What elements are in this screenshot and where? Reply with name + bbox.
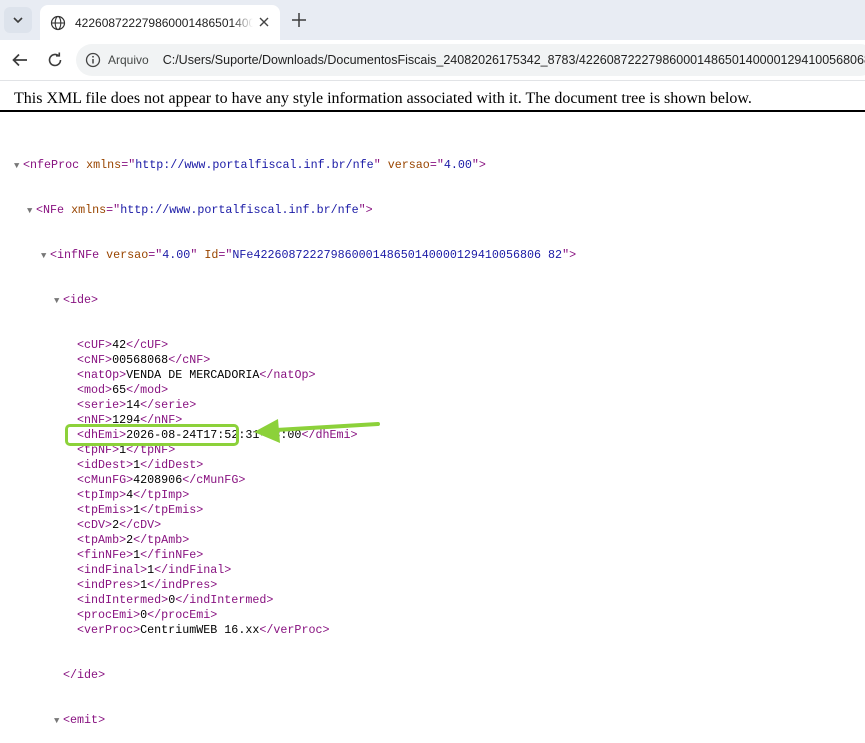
xml-node-nfeproc: ▼ <nfeProc xmlns="http://www.portalfiscal… <box>14 158 486 174</box>
address-bar[interactable]: Arquivo C:/Users/Suporte/Downloads/Docum… <box>76 44 865 76</box>
xml-value-cnf: 00568068 <box>112 353 169 367</box>
xml-node-indpres: <indPres>1</indPres> <box>77 578 218 592</box>
xml-value-indintermed: 0 <box>168 593 176 607</box>
tab-search-button[interactable] <box>4 7 32 33</box>
xml-value-verproc: CentriumWEB 16.xx <box>140 623 260 637</box>
collapse-triangle-icon[interactable]: ▼ <box>27 204 36 219</box>
xml-node-iddest: <idDest>1</idDest> <box>77 458 204 472</box>
reload-icon <box>48 52 62 67</box>
close-icon[interactable] <box>256 14 272 30</box>
xml-viewer-banner: This XML file does not appear to have an… <box>0 81 865 112</box>
xml-value-procemi: 0 <box>140 608 148 622</box>
xml-node-cdv: <cDV>2</cDV> <box>77 518 162 532</box>
xml-value-indfinal: 1 <box>147 563 155 577</box>
collapse-triangle-icon[interactable]: ▼ <box>14 159 23 174</box>
new-tab-button[interactable] <box>288 9 310 31</box>
xml-node-cmunfg: <cMunFG>4208906</cMunFG> <box>77 473 246 487</box>
xml-value-mod: 65 <box>112 383 127 397</box>
collapse-triangle-icon[interactable]: ▼ <box>41 249 50 264</box>
xml-node-finnfe: <finNFe>1</finNFe> <box>77 548 204 562</box>
xml-value-cmunfg: 4208906 <box>133 473 183 487</box>
xml-node-indfinal: <indFinal>1</indFinal> <box>77 563 232 577</box>
tab-title: 4226087222798600014865014000012941005680… <box>75 15 253 30</box>
browser-tab[interactable]: 4226087222798600014865014000012941005680… <box>40 5 280 40</box>
xml-node-cnf: <cNF>00568068</cNF> <box>77 353 211 367</box>
xml-node-infnfe: ▼ <infNFe versao="4.00" Id="NFe4226087222… <box>41 248 577 264</box>
xml-node-emit: ▼ <emit> <box>54 713 106 729</box>
xml-value-tpamb: 2 <box>126 533 134 547</box>
xml-node-procemi: <procEmi>0</procEmi> <box>77 608 218 622</box>
plus-icon <box>292 13 306 27</box>
xml-value-finnfe: 1 <box>133 548 141 562</box>
arrow-left-icon <box>12 53 27 67</box>
xml-node-natop: <natOp>VENDA DE MERCADORIA</natOp> <box>77 368 316 382</box>
xml-node-cuf: <cUF>42</cUF> <box>77 338 169 352</box>
xml-node-ide: ▼ <ide> <box>54 293 99 309</box>
info-icon[interactable] <box>85 52 101 68</box>
browser-toolbar: Arquivo C:/Users/Suporte/Downloads/Docum… <box>0 40 865 81</box>
back-button[interactable] <box>10 50 30 70</box>
xml-value-cuf: 42 <box>112 338 127 352</box>
xml-node-tpimp: <tpImp>4</tpImp> <box>77 488 190 502</box>
annotation-arrow-icon <box>254 419 380 443</box>
xml-value-cdv: 2 <box>112 518 120 532</box>
address-url[interactable]: C:/Users/Suporte/Downloads/DocumentosFis… <box>163 53 865 67</box>
xml-node-serie: <serie>14</serie> <box>77 398 197 412</box>
xml-node-tpamb: <tpAmb>2</tpAmb> <box>77 533 190 547</box>
reload-button[interactable] <box>45 50 65 70</box>
collapse-triangle-icon[interactable]: ▼ <box>54 714 63 729</box>
xml-node-verproc: <verProc>CentriumWEB 16.xx</verProc> <box>77 623 330 637</box>
highlight-box <box>65 424 239 446</box>
collapse-triangle-icon[interactable]: ▼ <box>54 294 63 309</box>
xml-value-indpres: 1 <box>140 578 148 592</box>
xml-node-nfe: ▼ <NFe xmlns="http://www.portalfiscal.inf… <box>27 203 373 219</box>
tab-strip: 4226087222798600014865014000012941005680… <box>0 0 865 40</box>
xml-node-tpemis: <tpEmis>1</tpEmis> <box>77 503 204 517</box>
chevron-down-icon <box>13 17 23 24</box>
xml-node-ide-close: </ide> <box>63 668 106 682</box>
xml-node-mod: <mod>65</mod> <box>77 383 169 397</box>
xml-value-natop: VENDA DE MERCADORIA <box>126 368 260 382</box>
globe-icon <box>50 15 66 31</box>
xml-node-indintermed: <indIntermed>0</indIntermed> <box>77 593 274 607</box>
xml-value-serie: 14 <box>126 398 141 412</box>
address-scheme: Arquivo <box>108 53 149 67</box>
